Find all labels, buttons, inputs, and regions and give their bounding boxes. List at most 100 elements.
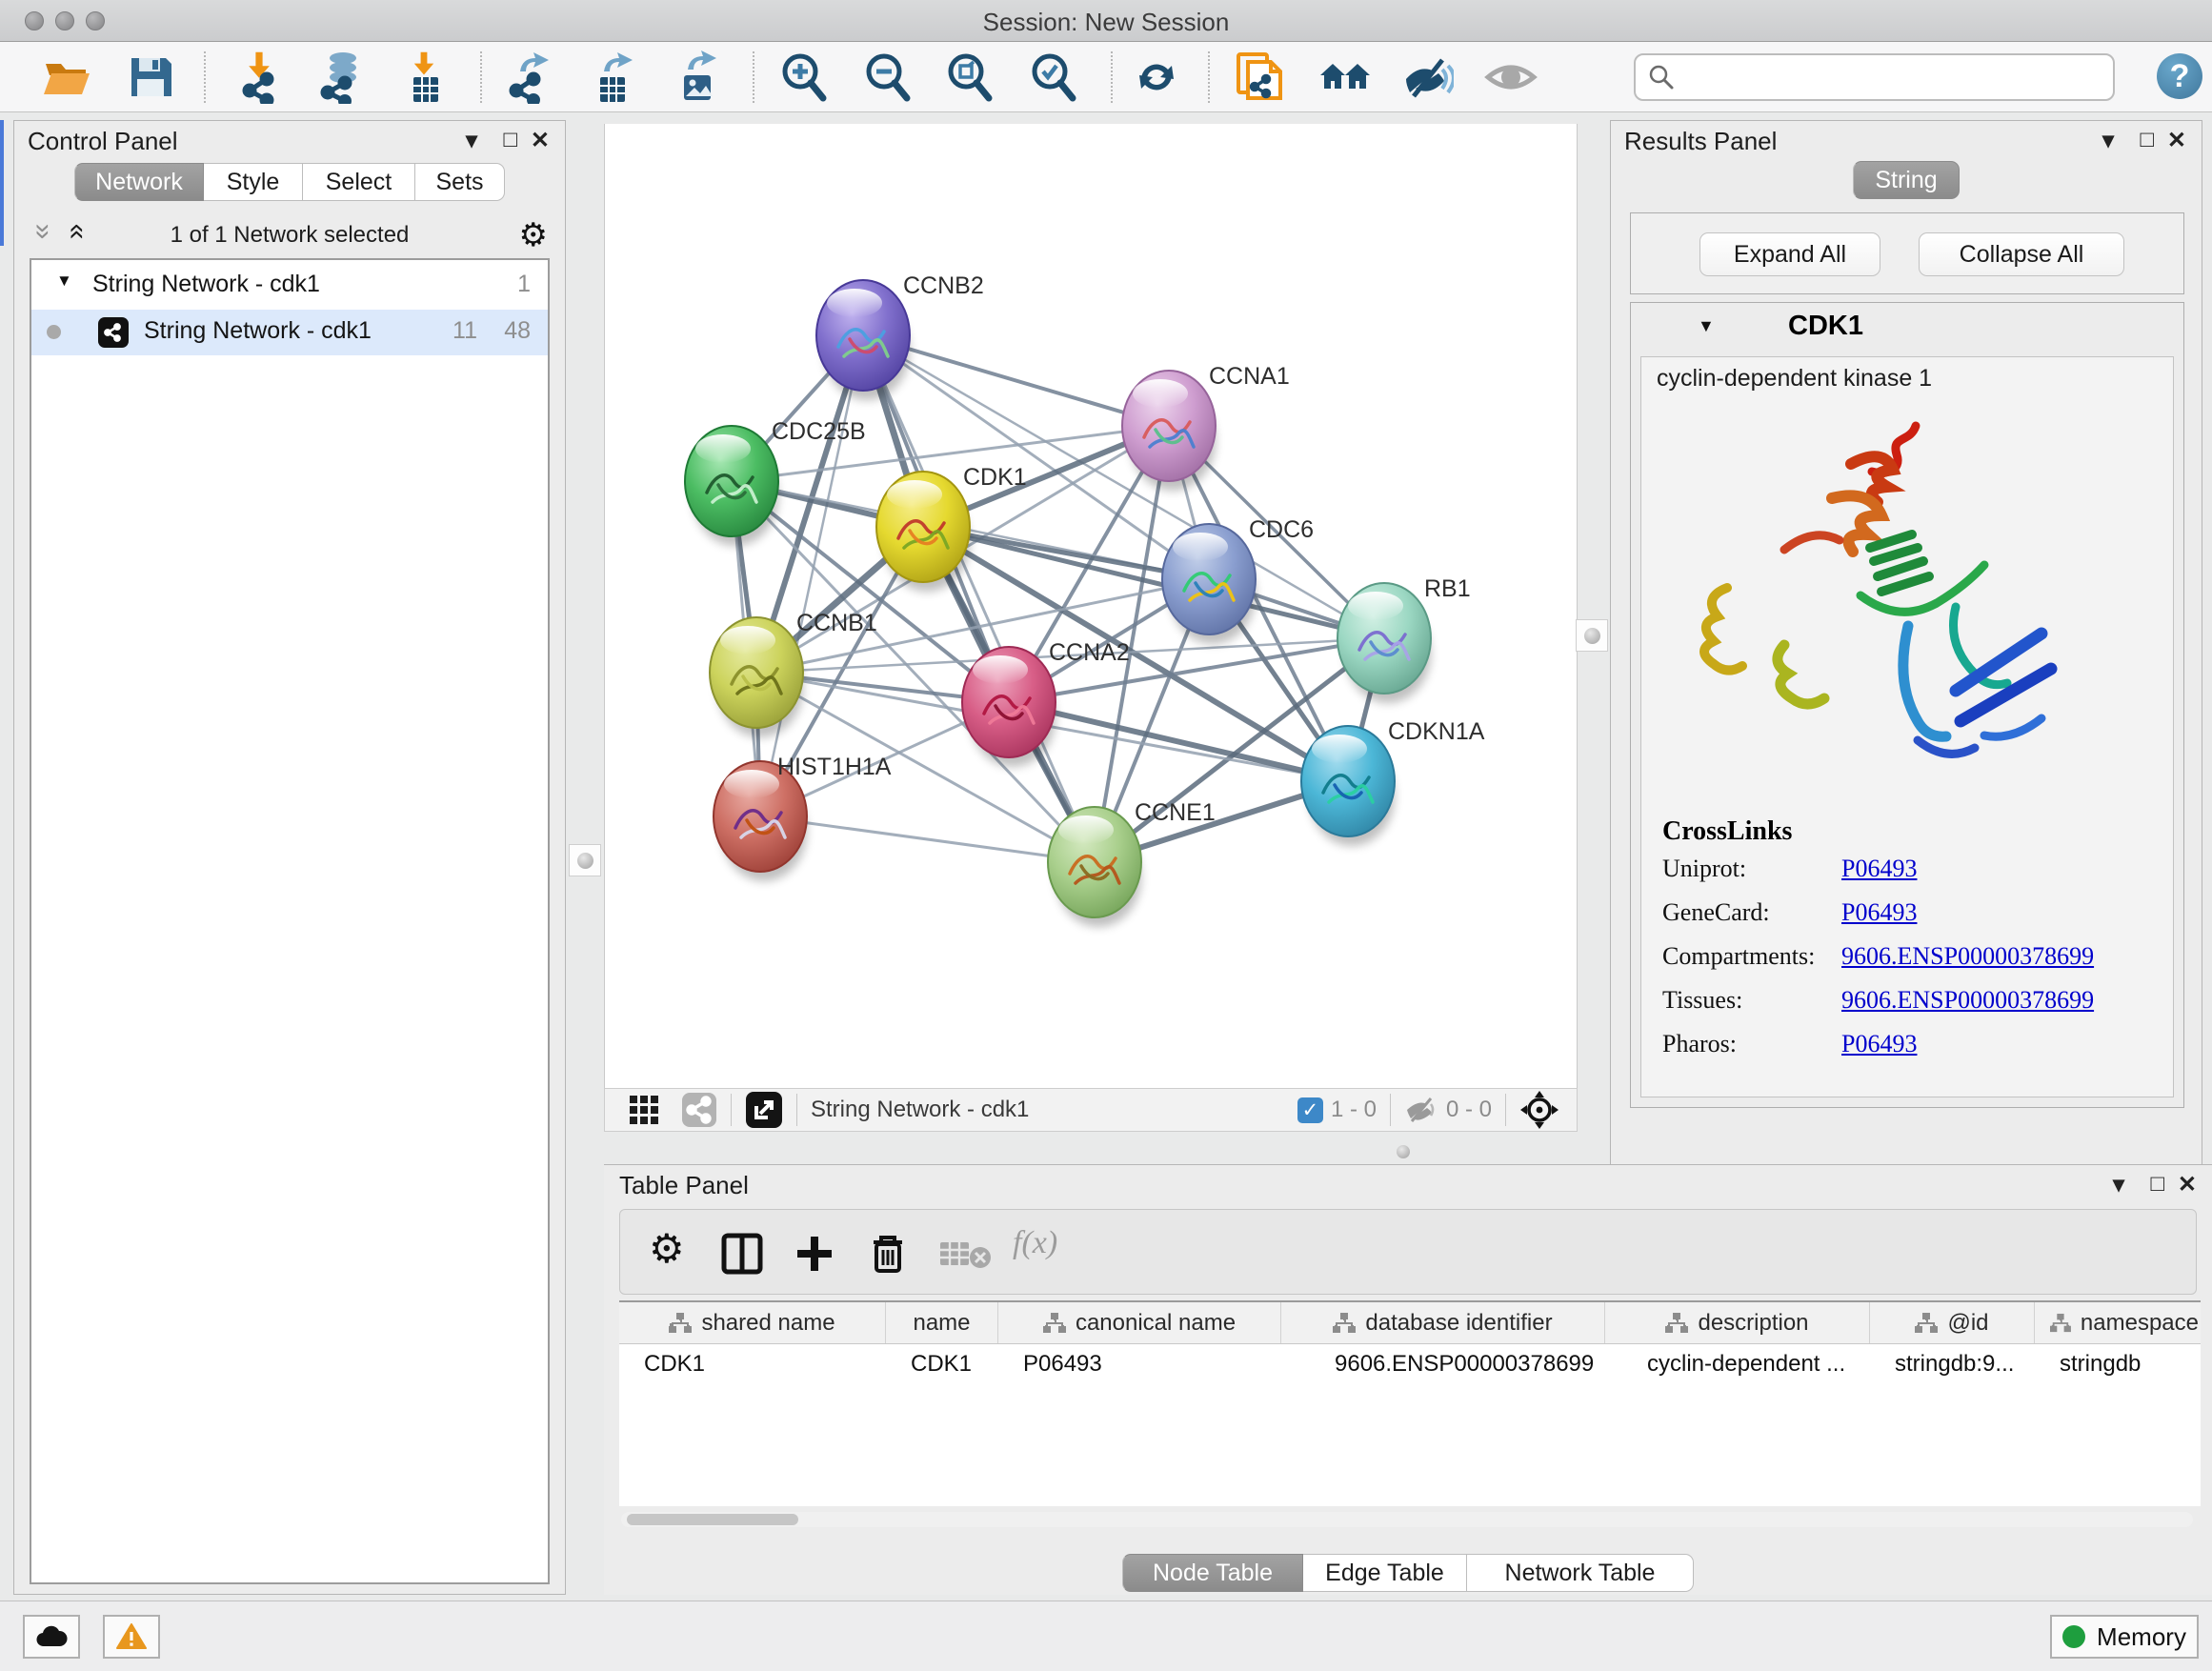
export-table-icon[interactable] bbox=[587, 50, 640, 104]
birdseye-navigator-icon[interactable] bbox=[1519, 1090, 1559, 1130]
string-node-details: ▼ CDK1 cyclin-dependent kinase 1 bbox=[1630, 302, 2184, 1108]
network-collection-row[interactable]: ▼ String Network - cdk1 1 bbox=[31, 264, 548, 310]
panel-menu-icon[interactable]: ▾ bbox=[466, 127, 477, 154]
crosslink-link[interactable]: P06493 bbox=[1841, 898, 1917, 927]
column-header[interactable]: canonical name bbox=[998, 1302, 1281, 1343]
cell-description: cyclin-dependent ... bbox=[1605, 1344, 1870, 1384]
delete-column-icon[interactable] bbox=[866, 1231, 910, 1277]
hierarchy-icon bbox=[1915, 1313, 1938, 1334]
tab-network[interactable]: Network bbox=[74, 163, 204, 201]
first-neighbors-icon[interactable] bbox=[1318, 50, 1372, 104]
column-header[interactable]: name bbox=[886, 1302, 998, 1343]
column-header[interactable]: namespace bbox=[2035, 1302, 2199, 1343]
network-options-gear-icon[interactable]: ⚙ bbox=[519, 216, 548, 254]
network-edge-CCNB2-CCNE1[interactable] bbox=[863, 335, 1095, 862]
grid-view-icon[interactable] bbox=[628, 1094, 660, 1126]
panel-menu-icon[interactable]: ▾ bbox=[2102, 127, 2114, 154]
string-controls-box: Expand All Collapse All bbox=[1630, 212, 2184, 294]
network-row-selected[interactable]: String Network - cdk1 11 48 bbox=[31, 310, 548, 355]
network-node-RB1[interactable]: RB1 bbox=[1337, 575, 1471, 703]
column-header[interactable]: database identifier bbox=[1281, 1302, 1605, 1343]
function-builder-icon[interactable]: f(x) bbox=[1013, 1225, 1057, 1261]
table-settings-gear-icon[interactable]: ⚙ bbox=[649, 1225, 685, 1272]
help-button[interactable]: ? bbox=[2157, 53, 2202, 99]
tab-style[interactable]: Style bbox=[204, 163, 303, 201]
float-panel-icon[interactable]: □ bbox=[504, 127, 518, 153]
collapse-all-button[interactable]: Collapse All bbox=[1919, 232, 2124, 276]
crosslink-link[interactable]: 9606.ENSP00000378699 bbox=[1841, 986, 2094, 1015]
detach-view-icon[interactable] bbox=[745, 1091, 783, 1129]
network-node-CDC6[interactable]: CDC6 bbox=[1162, 516, 1314, 644]
memory-button[interactable]: Memory bbox=[2050, 1615, 2199, 1659]
network-node-CCNB2[interactable]: CCNB2 bbox=[816, 272, 984, 400]
zoom-fit-icon[interactable] bbox=[941, 50, 995, 104]
network-node-CCNB1[interactable]: CCNB1 bbox=[710, 610, 877, 737]
tab-sets[interactable]: Sets bbox=[415, 163, 505, 201]
open-session-icon[interactable] bbox=[40, 50, 93, 104]
crosslink-link[interactable]: P06493 bbox=[1841, 855, 1917, 883]
horizontal-splitter-grip[interactable] bbox=[1397, 1145, 1410, 1158]
tab-network-table[interactable]: Network Table bbox=[1467, 1554, 1694, 1592]
cloud-status-button[interactable] bbox=[23, 1615, 80, 1659]
add-column-icon[interactable] bbox=[794, 1233, 835, 1275]
tab-select[interactable]: Select bbox=[303, 163, 415, 201]
crosslink-link[interactable]: 9606.ENSP00000378699 bbox=[1841, 942, 2094, 971]
close-panel-icon[interactable]: ✕ bbox=[531, 127, 550, 154]
import-table-icon[interactable] bbox=[398, 50, 452, 104]
network-node-HIST1H1A[interactable]: HIST1H1A bbox=[714, 754, 892, 881]
gene-collapse-icon[interactable]: ▼ bbox=[1698, 316, 1715, 336]
zoom-out-icon[interactable] bbox=[859, 50, 913, 104]
table-toolbar: ⚙ f(x) bbox=[619, 1209, 2197, 1295]
apply-style-refresh-icon[interactable] bbox=[1130, 50, 1183, 104]
status-bar: Memory bbox=[0, 1601, 2212, 1671]
network-list: ▼ String Network - cdk1 1 String Network… bbox=[30, 258, 550, 1584]
table-row[interactable]: CDK1 CDK1 P06493 9606.ENSP00000378699 cy… bbox=[619, 1344, 2201, 1384]
warnings-button[interactable] bbox=[103, 1615, 160, 1659]
network-edge-CDK1-RB1[interactable] bbox=[923, 527, 1384, 638]
show-all-icon[interactable] bbox=[1484, 50, 1538, 104]
show-columns-icon[interactable] bbox=[721, 1233, 763, 1275]
import-network-from-database-icon[interactable] bbox=[314, 50, 368, 104]
delete-table-icon[interactable] bbox=[940, 1240, 992, 1269]
close-panel-icon[interactable]: ✕ bbox=[2178, 1171, 2197, 1198]
cloud-icon bbox=[35, 1625, 68, 1648]
network-node-count: 11 bbox=[452, 317, 477, 345]
network-share-view-icon[interactable] bbox=[681, 1092, 717, 1128]
network-node-CDKN1A[interactable]: CDKN1A bbox=[1301, 718, 1485, 846]
hierarchy-icon bbox=[1043, 1313, 1066, 1334]
gene-section-header[interactable]: ▼ CDK1 bbox=[1631, 303, 2183, 354]
expand-all-button[interactable]: Expand All bbox=[1699, 232, 1880, 276]
clone-network-icon[interactable] bbox=[1235, 50, 1288, 104]
network-node-CCNA2[interactable]: CCNA2 bbox=[962, 639, 1130, 767]
scrollbar-thumb[interactable] bbox=[627, 1514, 798, 1525]
panel-menu-icon[interactable]: ▾ bbox=[2113, 1171, 2124, 1198]
float-panel-icon[interactable]: □ bbox=[2141, 127, 2155, 153]
network-node-CCNA1[interactable]: CCNA1 bbox=[1122, 363, 1290, 491]
export-image-icon[interactable] bbox=[671, 50, 724, 104]
crosslinks-title: CrossLinks bbox=[1662, 816, 2094, 847]
search-input[interactable] bbox=[1676, 64, 2113, 91]
network-node-CCNE1[interactable]: CCNE1 bbox=[1048, 799, 1216, 927]
network-edge-HIST1H1A-CCNE1[interactable] bbox=[760, 816, 1095, 862]
hide-selected-icon[interactable] bbox=[1400, 50, 1454, 104]
tab-node-table[interactable]: Node Table bbox=[1122, 1554, 1303, 1592]
column-header[interactable]: shared name bbox=[619, 1302, 886, 1343]
crosslink-link[interactable]: P06493 bbox=[1841, 1030, 1917, 1058]
save-session-icon[interactable] bbox=[124, 50, 177, 104]
tab-edge-table[interactable]: Edge Table bbox=[1303, 1554, 1467, 1592]
left-splitter-grip[interactable] bbox=[569, 844, 601, 876]
export-network-icon[interactable] bbox=[503, 50, 556, 104]
zoom-selected-icon[interactable] bbox=[1025, 50, 1078, 104]
close-panel-icon[interactable]: ✕ bbox=[2167, 127, 2186, 154]
network-canvas[interactable]: CCNB2CCNA1CDC25BCDK1CDC6RB1CCNB1CCNA2CDK… bbox=[604, 124, 1578, 1088]
right-splitter-grip[interactable] bbox=[1576, 619, 1608, 652]
selected-nodes-checkbox[interactable]: ✓ bbox=[1297, 1097, 1323, 1123]
collection-expand-icon[interactable]: ▼ bbox=[56, 272, 72, 291]
float-panel-icon[interactable]: □ bbox=[2151, 1171, 2165, 1198]
import-network-icon[interactable] bbox=[234, 50, 288, 104]
column-header[interactable]: description bbox=[1605, 1302, 1870, 1343]
network-edge-CCNA2-CDKN1A[interactable] bbox=[1009, 702, 1348, 781]
zoom-in-icon[interactable] bbox=[775, 50, 829, 104]
column-header[interactable]: @id bbox=[1870, 1302, 2035, 1343]
tab-string[interactable]: String bbox=[1853, 161, 1960, 199]
